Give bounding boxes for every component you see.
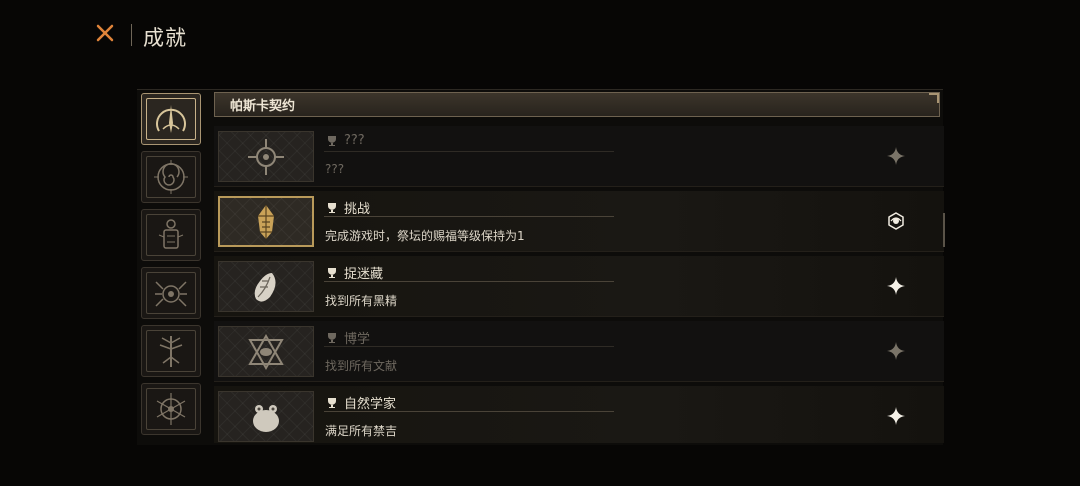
achievement-title: 挑战 (344, 202, 371, 217)
tree-sigil-icon (159, 336, 183, 367)
scrollbar[interactable] (943, 213, 945, 247)
title-separator (131, 24, 132, 46)
trophy-icon (328, 267, 336, 278)
achievement-title-wrap: ??? (326, 133, 365, 148)
trophy-icon (328, 135, 336, 146)
status-indicator (884, 339, 908, 363)
eye-triangle-icon (248, 333, 284, 370)
achievement-thumbnail (218, 131, 314, 182)
achievement-row[interactable]: 自然学家 满足所有禁吉 (214, 386, 944, 443)
achievement-desc: 找到所有文献 (325, 359, 398, 373)
status-indicator (884, 144, 908, 168)
sparkle-icon (887, 277, 905, 295)
achievement-thumbnail (218, 261, 314, 312)
section-header: 帕斯卡契约 (214, 92, 940, 117)
achievement-title: 博学 (344, 332, 371, 347)
divider (324, 151, 614, 152)
close-button[interactable] (92, 20, 118, 46)
achievement-thumbnail (218, 391, 314, 442)
achievement-title: 捉迷藏 (344, 267, 384, 282)
divider (324, 411, 614, 412)
achievement-row[interactable]: 挑战 完成游戏时，祭坛的赐福等级保持为1 (214, 191, 944, 252)
category-tab-5[interactable] (141, 325, 201, 377)
achievement-desc: ??? (325, 162, 345, 176)
spider-sigil-icon (155, 281, 187, 307)
emblem-icon (888, 212, 904, 230)
lantern-sigil-icon (158, 219, 184, 249)
achievement-list[interactable]: ??? ??? 挑战 完成游戏时，祭坛的赐福等级保持为1 捉迷藏 找到所有黑精 … (214, 120, 944, 443)
achievement-title: ??? (344, 133, 365, 148)
achievement-desc: 找到所有黑精 (325, 294, 398, 308)
achievement-row[interactable]: 博学 找到所有文献 (214, 321, 944, 382)
achievement-title-wrap: 博学 (326, 328, 370, 347)
divider (324, 281, 614, 282)
category-tab-6[interactable] (141, 383, 201, 435)
toad-icon (253, 404, 279, 432)
sparkle-icon (887, 147, 905, 165)
achievement-desc: 满足所有禁吉 (325, 424, 398, 438)
seed-icon (254, 272, 276, 302)
achievement-desc: 完成游戏时，祭坛的赐福等级保持为1 (325, 229, 525, 243)
achievement-title-wrap: 自然学家 (326, 393, 396, 412)
sparkle-icon (887, 342, 905, 360)
status-indicator (884, 209, 908, 233)
category-sidebar (139, 93, 203, 441)
arcane-blade-icon (156, 105, 186, 133)
achievement-title: 自然学家 (344, 397, 397, 412)
achievement-title-wrap: 捉迷藏 (326, 263, 383, 282)
trophy-icon (328, 332, 336, 343)
thorn-sigil-icon (156, 393, 186, 425)
category-tab-3[interactable] (141, 209, 201, 261)
achievement-title-wrap: 挑战 (326, 198, 370, 217)
spiral-sigil-icon (154, 160, 188, 194)
category-tab-4[interactable] (141, 267, 201, 319)
divider (324, 346, 614, 347)
trophy-icon (328, 397, 336, 408)
achievement-thumbnail (218, 326, 314, 377)
crystal-icon (258, 204, 274, 239)
achievement-row[interactable]: 捉迷藏 找到所有黑精 (214, 256, 944, 317)
page-title: 成就 (143, 26, 187, 50)
category-tab-1[interactable] (141, 93, 201, 145)
achievement-row[interactable]: ??? ??? (214, 126, 944, 187)
status-indicator (884, 404, 908, 428)
achievement-thumbnail (218, 196, 314, 247)
close-x-icon (96, 24, 114, 42)
sparkle-icon (887, 407, 905, 425)
compass-icon (248, 138, 284, 175)
trophy-icon (328, 202, 336, 213)
category-tab-2[interactable] (141, 151, 201, 203)
divider (324, 216, 614, 217)
status-indicator (884, 274, 908, 298)
